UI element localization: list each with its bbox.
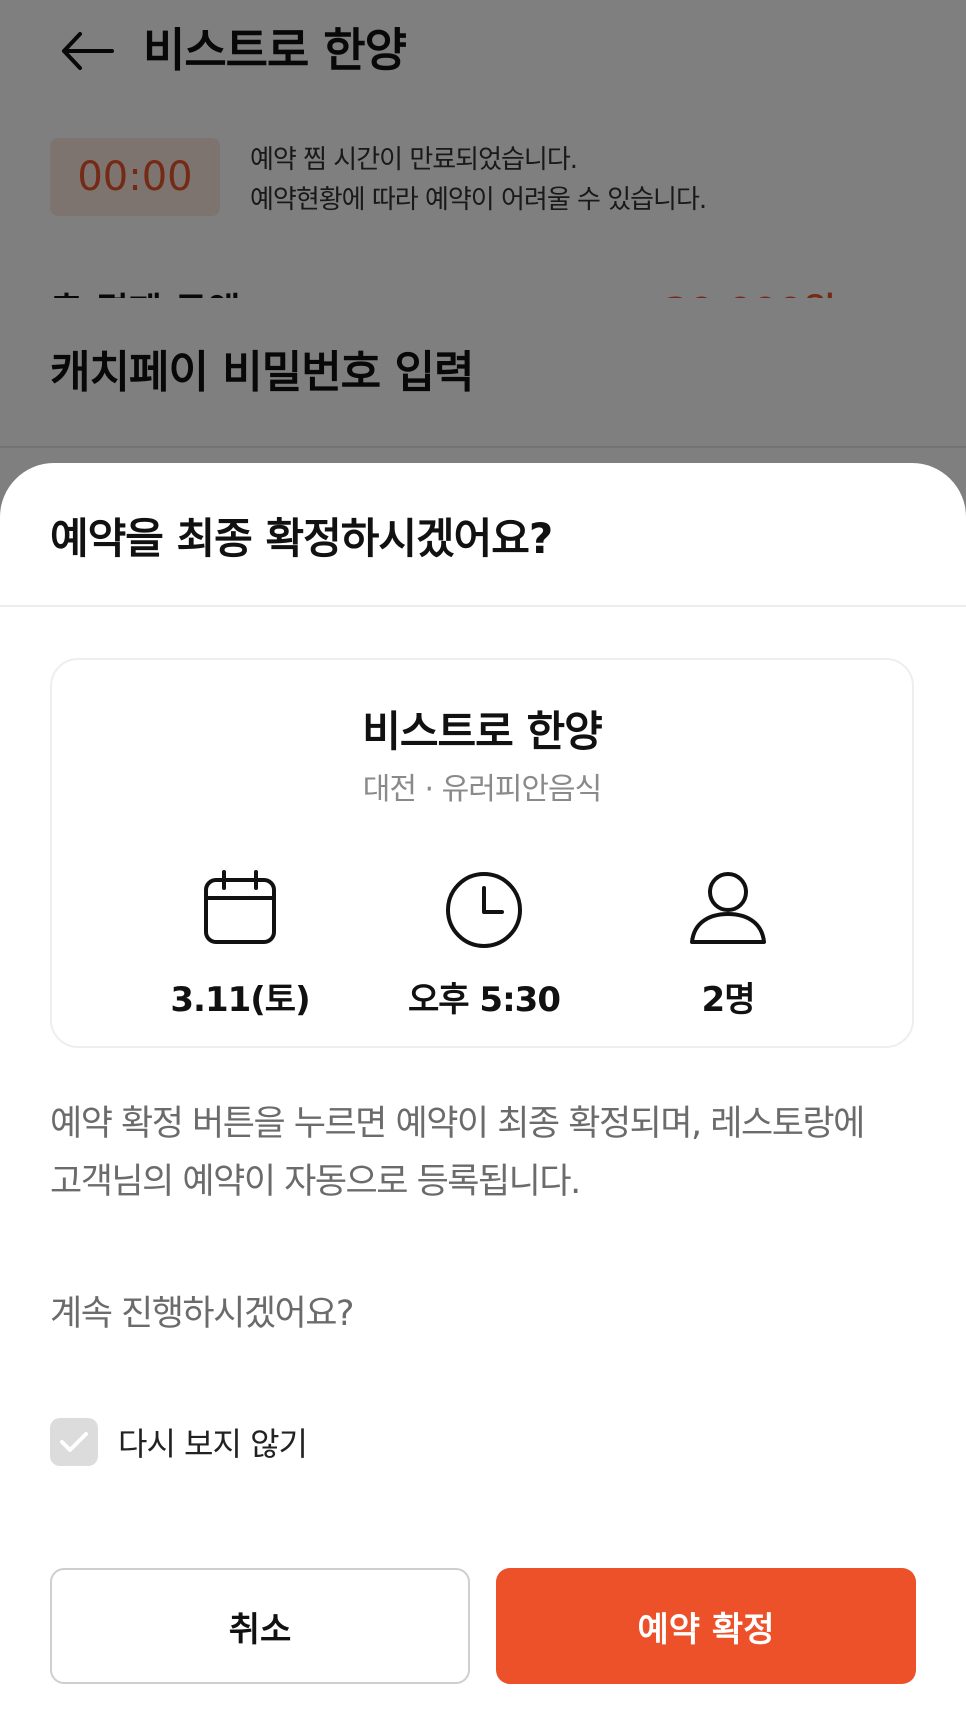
divider	[0, 605, 966, 607]
check-icon	[60, 1432, 88, 1452]
confirm-title: 예약을 최종 확정하시겠어요?	[50, 514, 553, 563]
reservation-party-size: 2명	[608, 870, 848, 1030]
confirm-description: 예약 확정 버튼을 누르면 예약이 최종 확정되며, 레스토랑에 고객님의 예약…	[50, 1095, 920, 1211]
date-text: 3.11(토)	[170, 980, 310, 1020]
checkbox-label: 다시 보지 않기	[118, 1425, 308, 1463]
reservation-summary-card: 비스트로 한양 대전 · 유러피안음식 3.11(토) 오후 5:30 2명	[50, 658, 914, 1048]
confirm-sheet: 예약을 최종 확정하시겠어요? 비스트로 한양 대전 · 유러피안음식 3.11…	[0, 463, 966, 1713]
calendar-icon	[120, 870, 360, 946]
people-text: 2명	[701, 980, 756, 1020]
confirm-reservation-button[interactable]: 예약 확정	[496, 1568, 916, 1684]
restaurant-name: 비스트로 한양	[362, 707, 602, 756]
reservation-date: 3.11(토)	[120, 870, 360, 1030]
description-line: 예약 확정 버튼을 누르면 예약이 최종 확정되며, 레스토랑에	[50, 1104, 865, 1144]
restaurant-meta: 대전 · 유러피안음식	[362, 772, 602, 807]
person-icon	[608, 870, 848, 946]
time-text: 오후 5:30	[408, 980, 561, 1020]
description-line: 고객님의 예약이 자동으로 등록됩니다.	[50, 1162, 581, 1202]
clock-icon	[364, 870, 604, 950]
dont-show-again-checkbox[interactable]: 다시 보지 않기	[50, 1418, 308, 1466]
reservation-time: 오후 5:30	[364, 870, 604, 1030]
checkbox[interactable]	[50, 1418, 98, 1466]
cancel-button[interactable]: 취소	[50, 1568, 470, 1684]
continue-question: 계속 진행하시겠어요?	[50, 1294, 355, 1334]
